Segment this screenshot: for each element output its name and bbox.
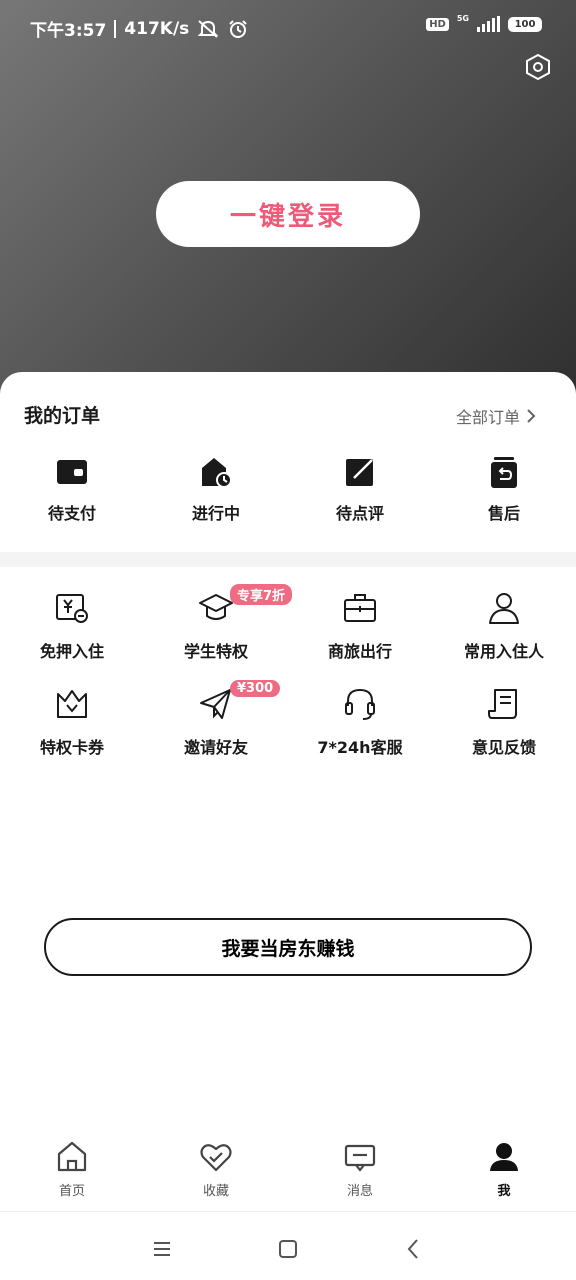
order-pending-payment[interactable]: 待支付 xyxy=(0,454,144,524)
service-privilege-coupons[interactable]: 特权卡券 xyxy=(0,686,144,782)
one-click-login-button[interactable]: 一键登录 xyxy=(156,181,420,247)
all-orders-label: 全部订单 xyxy=(455,408,520,427)
signal-icon xyxy=(477,16,500,32)
order-pending-payment-label: 待支付 xyxy=(47,504,96,523)
service-frequent-guests[interactable]: 常用入住人 xyxy=(432,590,576,686)
service-student-privilege[interactable]: 专享7折 学生特权 xyxy=(144,584,293,686)
system-navigation-bar xyxy=(0,1218,576,1280)
chevron-right-icon xyxy=(527,409,536,423)
return-icon xyxy=(491,457,517,488)
mute-icon xyxy=(197,19,219,38)
alarm-icon xyxy=(229,19,248,38)
orders-title: 我的订单 xyxy=(24,405,101,427)
all-orders-link[interactable]: 全部订单 xyxy=(456,404,536,428)
orders-card: 我的订单 全部订单 待支付 进行中 待点评 售后 xyxy=(0,372,576,554)
tab-favorites[interactable]: 收藏 xyxy=(144,1140,288,1211)
network-type: 5G xyxy=(456,13,469,23)
student-discount-badge: 专享7折 xyxy=(230,584,293,605)
status-separator xyxy=(114,19,117,38)
menu-icon[interactable] xyxy=(150,1237,174,1261)
home-square-icon[interactable] xyxy=(276,1237,300,1261)
become-host-button[interactable]: 我要当房东赚钱 xyxy=(44,918,532,976)
user-icon xyxy=(490,1143,518,1171)
service-frequent-guests-label: 常用入住人 xyxy=(463,642,544,661)
wallet-icon xyxy=(57,460,87,484)
service-invite-friends[interactable]: ¥300 邀请好友 xyxy=(144,680,288,782)
order-after-sales-label: 售后 xyxy=(487,504,520,523)
service-deposit-free-label: 免押入住 xyxy=(39,642,104,661)
battery-level: 100 xyxy=(514,18,536,30)
settings-icon[interactable] xyxy=(524,53,552,81)
invite-reward-badge: ¥300 xyxy=(230,680,281,697)
order-to-review-label: 待点评 xyxy=(335,504,384,523)
deposit-free-icon xyxy=(56,594,88,623)
home-icon xyxy=(57,1141,87,1172)
paper-plane-icon xyxy=(200,689,231,719)
tab-favorites-label: 收藏 xyxy=(202,1184,229,1199)
message-icon xyxy=(344,1144,376,1172)
tab-home-label: 首页 xyxy=(58,1184,85,1199)
headset-icon xyxy=(345,688,375,720)
service-business-travel-label: 商旅出行 xyxy=(327,642,392,661)
order-to-review[interactable]: 待点评 xyxy=(288,454,432,524)
status-time: 下午3:57 xyxy=(30,21,107,41)
edit-icon xyxy=(346,459,373,486)
service-customer-support-label: 7*24h客服 xyxy=(317,738,403,757)
status-bar: 下午3:57 417K/s HD 5G 100 xyxy=(0,0,576,56)
heart-icon xyxy=(200,1144,232,1172)
order-after-sales[interactable]: 售后 xyxy=(432,454,576,524)
order-in-progress[interactable]: 进行中 xyxy=(144,454,288,524)
service-deposit-free[interactable]: 免押入住 xyxy=(0,590,144,686)
network-speed: 417K/s xyxy=(124,18,190,39)
back-icon[interactable] xyxy=(402,1237,426,1261)
tab-me-label: 我 xyxy=(497,1184,511,1199)
service-customer-support[interactable]: 7*24h客服 xyxy=(288,686,432,782)
service-invite-friends-label: 邀请好友 xyxy=(183,738,248,757)
tab-home[interactable]: 首页 xyxy=(0,1140,144,1211)
graduation-cap-icon xyxy=(199,594,233,620)
briefcase-icon xyxy=(344,594,376,622)
crown-icon xyxy=(57,690,87,718)
tab-me[interactable]: 我 xyxy=(432,1140,576,1211)
tab-messages[interactable]: 消息 xyxy=(288,1140,432,1211)
battery-icon: 100 xyxy=(508,16,542,32)
order-in-progress-label: 进行中 xyxy=(191,504,240,523)
feedback-icon xyxy=(488,689,517,719)
service-feedback-label: 意见反馈 xyxy=(471,738,536,757)
section-divider xyxy=(0,552,576,567)
hd-badge: HD xyxy=(426,17,449,31)
services-grid: 免押入住 专享7折 学生特权 商旅出行 常用入住人 特权卡券 ¥300 邀请好友… xyxy=(0,584,576,782)
service-student-privilege-label: 学生特权 xyxy=(183,642,248,661)
tab-messages-label: 消息 xyxy=(346,1184,373,1199)
house-clock-icon xyxy=(202,458,232,488)
service-business-travel[interactable]: 商旅出行 xyxy=(288,590,432,686)
person-icon xyxy=(489,593,519,624)
service-privilege-coupons-label: 特权卡券 xyxy=(39,738,104,757)
bottom-tab-bar: 首页 收藏 消息 我 xyxy=(0,1140,576,1212)
service-feedback[interactable]: 意见反馈 xyxy=(432,686,576,782)
